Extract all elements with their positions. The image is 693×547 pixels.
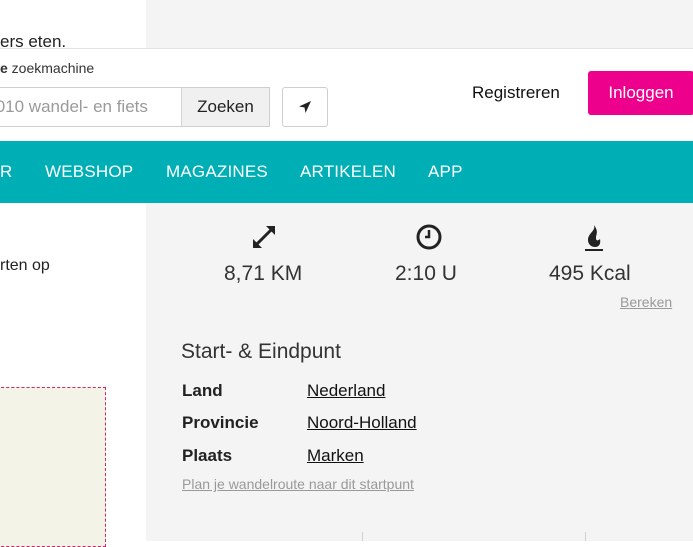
search-input[interactable] xyxy=(0,88,181,126)
start-section-title: Start- & Eindpunt xyxy=(181,340,341,363)
calculate-link[interactable]: Bereken xyxy=(620,294,672,310)
nav-item-magazines[interactable]: MAGAZINES xyxy=(166,162,268,182)
main-nav: R WEBSHOP MAGAZINES ARTIKELEN APP xyxy=(0,141,693,203)
divider xyxy=(585,532,586,541)
clock-icon xyxy=(416,224,442,250)
location-arrow-icon xyxy=(299,101,311,113)
route-map[interactable] xyxy=(0,387,106,547)
provincie-label: Provincie xyxy=(182,413,259,432)
divider xyxy=(362,532,363,541)
nav-item-app[interactable]: APP xyxy=(428,162,463,182)
search-caption: e zoekmachine xyxy=(0,60,94,76)
expand-arrows-icon xyxy=(253,226,275,248)
search-box: Zoeken xyxy=(0,87,270,127)
login-button[interactable]: Inloggen xyxy=(588,71,693,115)
land-value-link[interactable]: Nederland xyxy=(307,381,385,401)
plaats-label: Plaats xyxy=(182,446,233,465)
flame-icon xyxy=(585,225,603,251)
duration-value: 2:10 U xyxy=(395,262,457,285)
header-bar: e zoekmachine Zoeken Registreren Inlogge… xyxy=(0,48,693,141)
calories-value: 495 Kcal xyxy=(549,262,631,285)
land-label: Land xyxy=(182,381,223,400)
register-link[interactable]: Registreren xyxy=(472,83,560,103)
nav-item-artikelen[interactable]: ARTIKELEN xyxy=(300,162,396,182)
search-caption-text: zoekmachine xyxy=(7,60,95,76)
search-button[interactable]: Zoeken xyxy=(181,88,269,126)
provincie-value-link[interactable]: Noord-Holland xyxy=(307,413,417,433)
location-button[interactable] xyxy=(282,87,328,127)
description-fragment: rten op xyxy=(0,257,50,274)
nav-item-webshop[interactable]: WEBSHOP xyxy=(45,162,133,182)
search-caption-bold: e xyxy=(0,60,8,76)
plan-route-link[interactable]: Plan je wandelroute naar dit startpunt xyxy=(182,476,414,492)
plaats-value-link[interactable]: Marken xyxy=(307,446,364,466)
distance-value: 8,71 KM xyxy=(224,262,303,285)
nav-item-partial[interactable]: R xyxy=(0,162,12,182)
